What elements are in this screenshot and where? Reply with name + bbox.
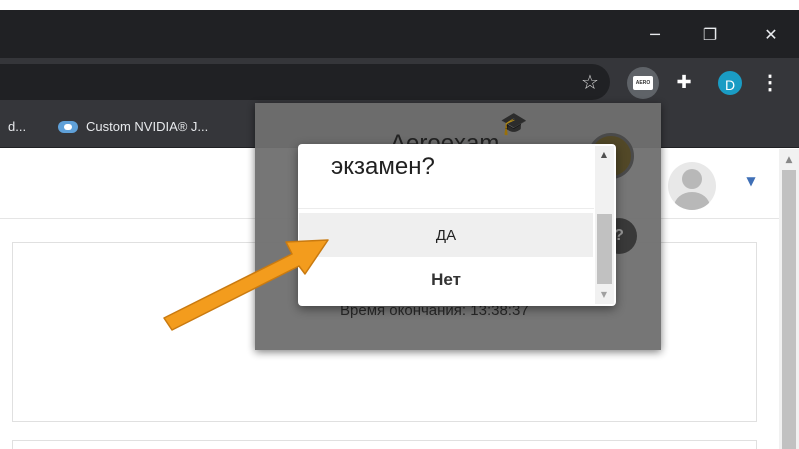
dialog-divider — [298, 208, 594, 209]
dialog-scrollbar-thumb[interactable] — [597, 214, 612, 284]
bookmark-item-nvidia[interactable]: Custom NVIDIA® J... — [58, 119, 208, 134]
content-card — [12, 440, 757, 449]
scroll-up-icon[interactable]: ▲ — [598, 150, 610, 160]
minimize-button[interactable]: ─ — [632, 10, 678, 58]
browser-menu-icon[interactable]: ⋮ — [760, 70, 780, 96]
scroll-up-icon[interactable]: ▲ — [783, 155, 795, 165]
page-scrollbar-thumb[interactable] — [782, 170, 796, 449]
dialog-question: экзамен? — [331, 153, 435, 180]
close-window-button[interactable]: ✕ — [748, 10, 794, 58]
bookmark-star-icon[interactable]: ☆ — [578, 70, 602, 94]
scroll-down-icon[interactable]: ▼ — [598, 290, 610, 300]
nvidia-favicon-icon — [58, 120, 78, 133]
bookmark-item[interactable]: d... — [8, 119, 26, 134]
user-avatar[interactable] — [668, 162, 716, 210]
aeroexam-extension-icon: AERO — [633, 76, 653, 90]
annotation-arrow-shape — [163, 239, 329, 331]
extensions-puzzle-icon[interactable]: ✚ — [671, 70, 697, 96]
confirm-yes-button[interactable]: ДА — [299, 213, 593, 257]
profile-avatar-button[interactable]: D — [716, 69, 744, 97]
address-bar[interactable] — [0, 64, 610, 100]
confirm-no-button[interactable]: Нет — [299, 259, 593, 301]
restore-button[interactable]: ❐ — [687, 10, 733, 58]
browser-titlebar — [0, 10, 799, 58]
annotation-arrow-icon — [163, 239, 329, 331]
bookmark-label: Custom NVIDIA® J... — [86, 119, 209, 134]
chevron-down-icon[interactable]: ▼ — [743, 174, 759, 188]
aeroexam-extension-button[interactable]: AERO — [627, 67, 659, 99]
bookmark-label: d... — [8, 119, 27, 134]
top-strip — [0, 0, 799, 10]
